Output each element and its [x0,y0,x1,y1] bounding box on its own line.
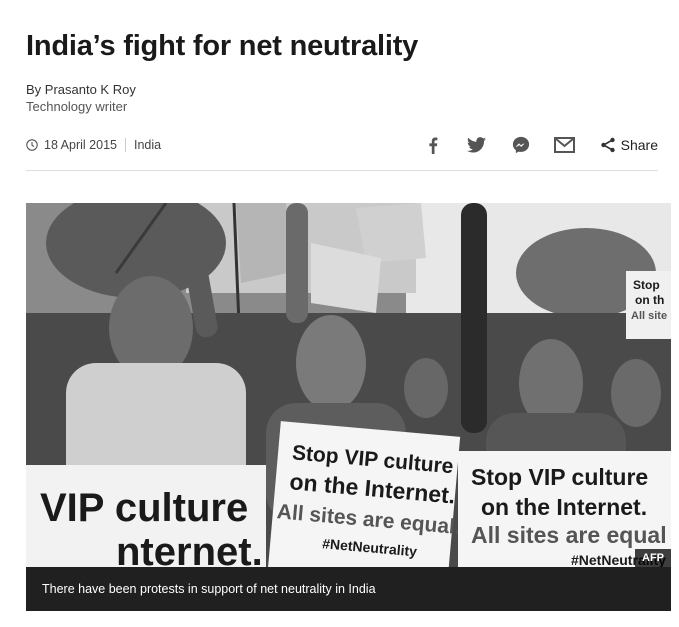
byline: By Prasanto K Roy Technology writer [26,81,136,115]
placard-corner-line2: on th [635,293,664,307]
protest-photo: VIP culture nternet. Stop VIP culture on… [26,203,671,567]
clock-icon [26,139,38,151]
meta-divider [26,170,658,171]
share-label: Share [620,137,658,153]
share-tools: Share [400,134,658,156]
article-meta: 18 April 2015 India Share [26,134,658,156]
share-icon [600,137,615,153]
twitter-icon[interactable] [466,134,488,156]
placard-right-line3: All sites are equal [471,522,667,548]
placard-corner-line3: All site [631,310,667,322]
article-image[interactable]: VIP culture nternet. Stop VIP culture on… [26,203,671,567]
image-caption: There have been protests in support of n… [26,567,671,611]
placard-left-line1: VIP culture [40,486,248,530]
placard-right-line1: Stop VIP culture [471,464,648,490]
image-credit: AFP [635,549,671,567]
email-icon[interactable] [554,134,576,156]
facebook-icon[interactable] [422,134,444,156]
section-link[interactable]: India [134,138,161,152]
share-button[interactable]: Share [600,137,658,153]
placard-right-line2: on the Internet. [481,494,647,520]
messenger-icon[interactable] [510,134,532,156]
meta-separator [124,138,126,152]
article-headline: India’s fight for net neutrality [26,30,419,62]
placard-corner-line1: Stop [633,278,660,292]
publish-date: 18 April 2015 [44,138,117,152]
author-name[interactable]: By Prasanto K Roy [26,81,136,98]
author-role: Technology writer [26,99,128,114]
placard-left-line2: nternet. [116,530,263,567]
meta-info: 18 April 2015 India [26,134,161,156]
